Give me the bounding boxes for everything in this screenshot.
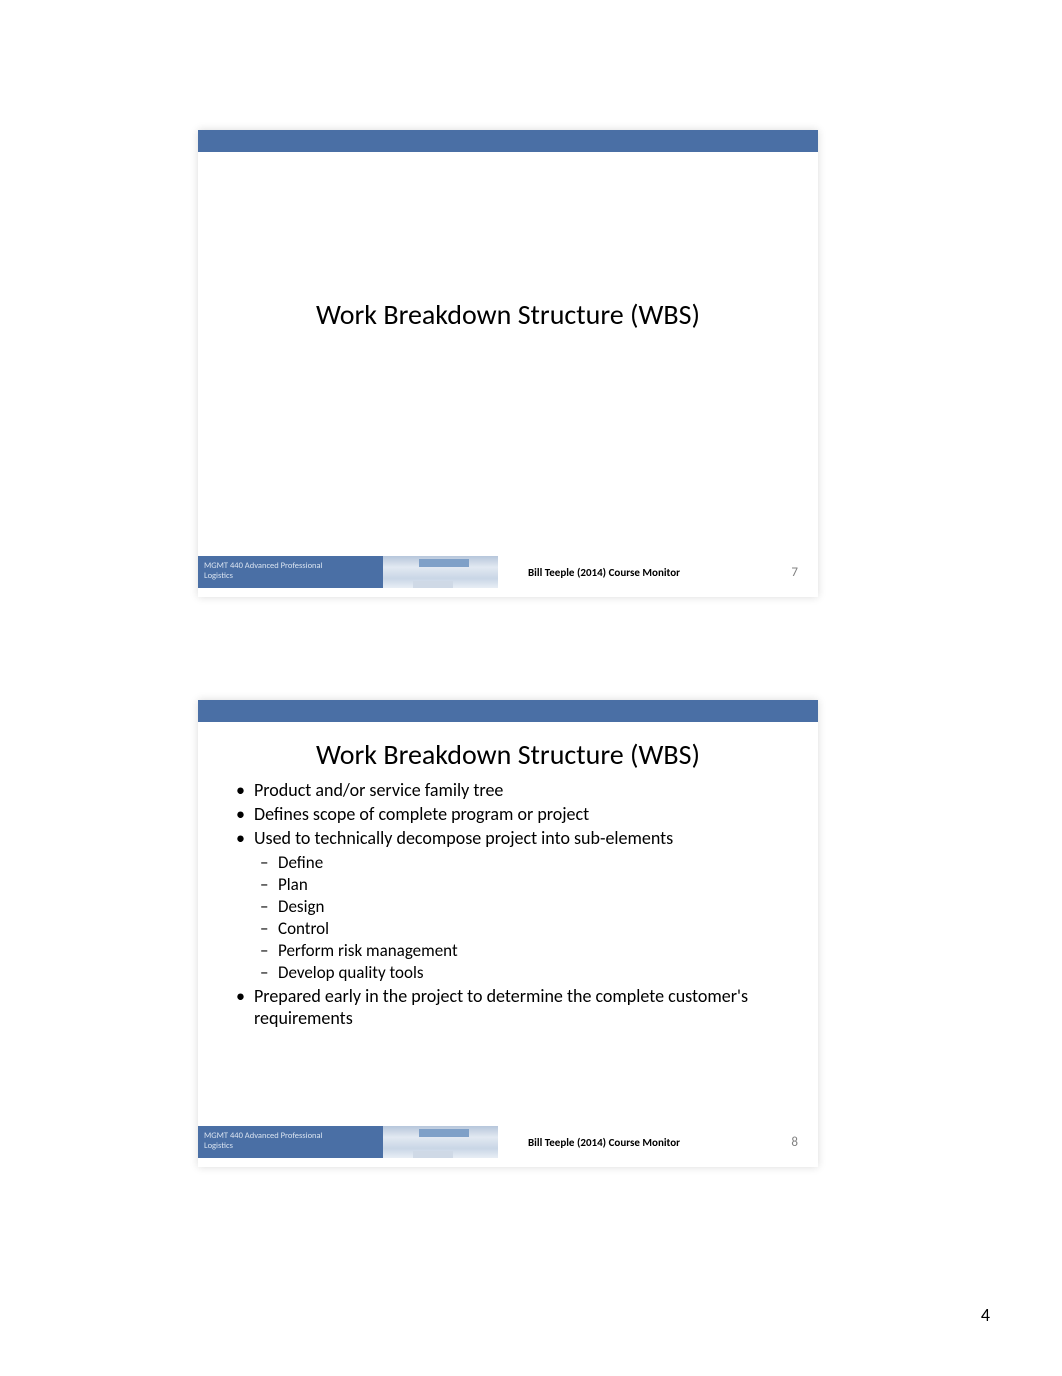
sub-text: Develop quality tools xyxy=(278,962,424,983)
sub-item: Define xyxy=(254,852,788,874)
slide-body: Work Breakdown Structure (WBS) xyxy=(198,152,818,547)
slide-content: Product and/or service family tree Defin… xyxy=(228,780,788,1032)
sub-list: Define Plan Design Control Perform risk … xyxy=(254,852,788,985)
slide-footer: MGMT 440 Advanced Professional Logistics… xyxy=(198,1117,818,1167)
sub-text: Control xyxy=(278,918,329,939)
sub-item: Perform risk management xyxy=(254,940,788,962)
slide-footer: MGMT 440 Advanced Professional Logistics… xyxy=(198,547,818,597)
footer-graphic-bar2 xyxy=(413,581,453,588)
sub-item: Design xyxy=(254,896,788,918)
footer-course-box: MGMT 440 Advanced Professional Logistics xyxy=(198,1126,383,1158)
bullet-text: Used to technically decompose project in… xyxy=(254,827,673,849)
page-number: 4 xyxy=(981,1304,990,1326)
footer-course-box: MGMT 440 Advanced Professional Logistics xyxy=(198,556,383,588)
footer-right: Bill Teeple (2014) Course Monitor 7 xyxy=(498,565,818,580)
sub-text: Perform risk management xyxy=(278,940,458,961)
footer-monitor: Bill Teeple (2014) Course Monitor xyxy=(528,1136,680,1149)
bullet-text: Product and/or service family tree xyxy=(254,779,503,801)
slide-number: 7 xyxy=(791,565,798,580)
slide-body: Work Breakdown Structure (WBS) Product a… xyxy=(198,722,818,1117)
slide-number: 8 xyxy=(791,1135,798,1150)
slide-top-bar xyxy=(198,700,818,722)
sub-item: Control xyxy=(254,918,788,940)
sub-text: Define xyxy=(278,852,323,873)
footer-graphic-bar xyxy=(419,559,469,567)
footer-graphic-bar xyxy=(419,1129,469,1137)
sub-item: Develop quality tools xyxy=(254,962,788,984)
slide-7: Work Breakdown Structure (WBS) MGMT 440 … xyxy=(198,130,818,597)
bullet-item: Used to technically decompose project in… xyxy=(234,828,788,985)
bullet-text: Defines scope of complete program or pro… xyxy=(254,803,589,825)
footer-course-line2: Logistics xyxy=(204,572,377,582)
slide-title: Work Breakdown Structure (WBS) xyxy=(228,737,788,772)
slide-top-bar xyxy=(198,130,818,152)
slide-8: Work Breakdown Structure (WBS) Product a… xyxy=(198,700,818,1167)
footer-monitor: Bill Teeple (2014) Course Monitor xyxy=(528,566,680,579)
footer-graphic-bar2 xyxy=(413,1151,453,1158)
bullet-item: Product and/or service family tree xyxy=(234,780,788,802)
footer-right: Bill Teeple (2014) Course Monitor 8 xyxy=(498,1135,818,1150)
bullet-item: Defines scope of complete program or pro… xyxy=(234,804,788,826)
footer-course-line2: Logistics xyxy=(204,1142,377,1152)
sub-text: Design xyxy=(278,896,324,917)
bullet-list: Product and/or service family tree Defin… xyxy=(234,780,788,1030)
bullet-text: Prepared early in the project to determi… xyxy=(254,985,748,1029)
bullet-item: Prepared early in the project to determi… xyxy=(234,986,788,1030)
slide-title: Work Breakdown Structure (WBS) xyxy=(316,297,700,332)
footer-graphic xyxy=(383,1126,498,1158)
sub-text: Plan xyxy=(278,874,308,895)
footer-graphic xyxy=(383,556,498,588)
sub-item: Plan xyxy=(254,874,788,896)
